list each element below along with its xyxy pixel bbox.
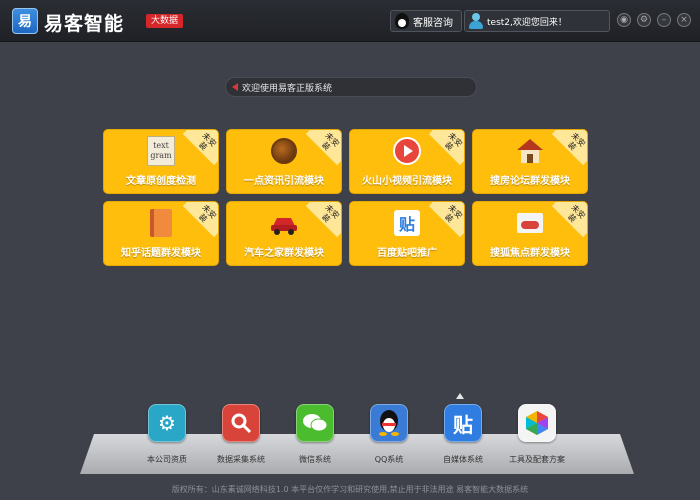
minimize-icon[interactable]: –: [657, 13, 671, 27]
tieba-glyph: 贴: [394, 210, 420, 236]
dock-label: QQ系统: [374, 455, 404, 464]
hexagon-icon: [518, 404, 556, 442]
car-icon: [269, 208, 299, 238]
dock-item-self-media[interactable]: 贴 自媒体系统: [426, 404, 500, 465]
notebook-icon: [146, 208, 176, 238]
video-play-icon: [392, 136, 422, 166]
footer-copyright: 版权所有：山东素诚网络科技1.0 本平台仅作学习和研究使用,禁止用于非法用途 易…: [171, 485, 529, 494]
tile-sohu-focus[interactable]: 未安装 搜狐焦点群发模块: [472, 201, 588, 266]
user-avatar-icon: [469, 13, 483, 29]
dock-label: 自媒体系统: [443, 455, 483, 464]
gear-icon: ⚙: [148, 404, 186, 442]
house-icon: [515, 136, 545, 166]
title-bar: 易 易客智能 大数据 客服咨询 test2,欢迎您回来！ ◉ ⚙ – ×: [0, 0, 700, 42]
big-data-badge: 大数据: [146, 14, 184, 28]
dock-label: 数据采集系统: [217, 455, 265, 464]
sohu-icon: [515, 208, 545, 238]
tile-yidian-zixun[interactable]: 未安装 一点资讯引流模块: [226, 129, 342, 194]
text-gram-glyph: text gram: [147, 136, 175, 166]
tile-label: 文章原创度检测: [126, 176, 196, 187]
tile-label: 百度贴吧推广: [377, 248, 437, 259]
tieba-icon: 贴: [392, 208, 422, 238]
user-greeting[interactable]: test2,欢迎您回来！: [464, 10, 610, 32]
close-icon[interactable]: ×: [677, 13, 691, 27]
tile-baidu-tieba[interactable]: 未安装 贴 百度贴吧推广: [349, 201, 465, 266]
dock-item-company-qualification[interactable]: ⚙ 本公司资质: [130, 404, 204, 465]
dock: ⚙ 本公司资质 数据采集系统 微信系统 QQ系统 贴 自媒体系统 工具及配套方案: [130, 404, 574, 465]
dock-label: 本公司资质: [147, 455, 187, 464]
dock-item-qq[interactable]: QQ系统: [352, 404, 426, 465]
dock-caret-icon: [456, 393, 464, 399]
dock-label: 微信系统: [299, 455, 331, 464]
user-greeting-label: test2,欢迎您回来！: [487, 17, 567, 28]
tile-huoshan-video[interactable]: 未安装 火山小视频引流模块: [349, 129, 465, 194]
tile-article-originality[interactable]: 未安装 text gram 文章原创度检测: [103, 129, 219, 194]
skin-icon[interactable]: ◉: [617, 13, 631, 27]
module-grid: 未安装 text gram 文章原创度检测 未安装 一点资讯引流模块 未安装 火…: [103, 129, 588, 266]
tile-label: 搜房论坛群发模块: [490, 176, 570, 187]
dock-label: 工具及配套方案: [509, 455, 565, 464]
tile-zhihu-topic[interactable]: 未安装 知乎话题群发模块: [103, 201, 219, 266]
welcome-banner: 欢迎使用易客正版系统: [225, 77, 477, 97]
settings-icon[interactable]: ⚙: [637, 13, 651, 27]
tile-label: 汽车之家群发模块: [244, 248, 324, 259]
dock-item-data-collection[interactable]: 数据采集系统: [204, 404, 278, 465]
dock-item-wechat[interactable]: 微信系统: [278, 404, 352, 465]
tile-label: 火山小视频引流模块: [362, 176, 452, 187]
app-logo-icon: 易: [12, 8, 38, 34]
welcome-text: 欢迎使用易客正版系统: [242, 83, 333, 94]
dock-item-tools[interactable]: 工具及配套方案: [500, 404, 574, 465]
speaker-arrow-icon: [232, 83, 238, 91]
tile-label: 搜狐焦点群发模块: [490, 248, 570, 259]
ydzx-icon: [269, 136, 299, 166]
magnifier-icon: [222, 404, 260, 442]
wechat-icon: [296, 404, 334, 442]
tile-label: 一点资讯引流模块: [244, 176, 324, 187]
qq-icon: [395, 13, 409, 29]
tile-soufang-forum[interactable]: 未安装 搜房论坛群发模块: [472, 129, 588, 194]
tieba-icon: 贴: [444, 404, 482, 442]
customer-service-button[interactable]: 客服咨询: [390, 10, 462, 32]
qq-icon: [370, 404, 408, 442]
text-gram-icon: text gram: [146, 136, 176, 166]
tile-label: 知乎话题群发模块: [121, 248, 201, 259]
customer-service-label: 客服咨询: [413, 17, 453, 29]
tile-autohome[interactable]: 未安装 汽车之家群发模块: [226, 201, 342, 266]
app-title: 易客智能: [44, 13, 125, 35]
